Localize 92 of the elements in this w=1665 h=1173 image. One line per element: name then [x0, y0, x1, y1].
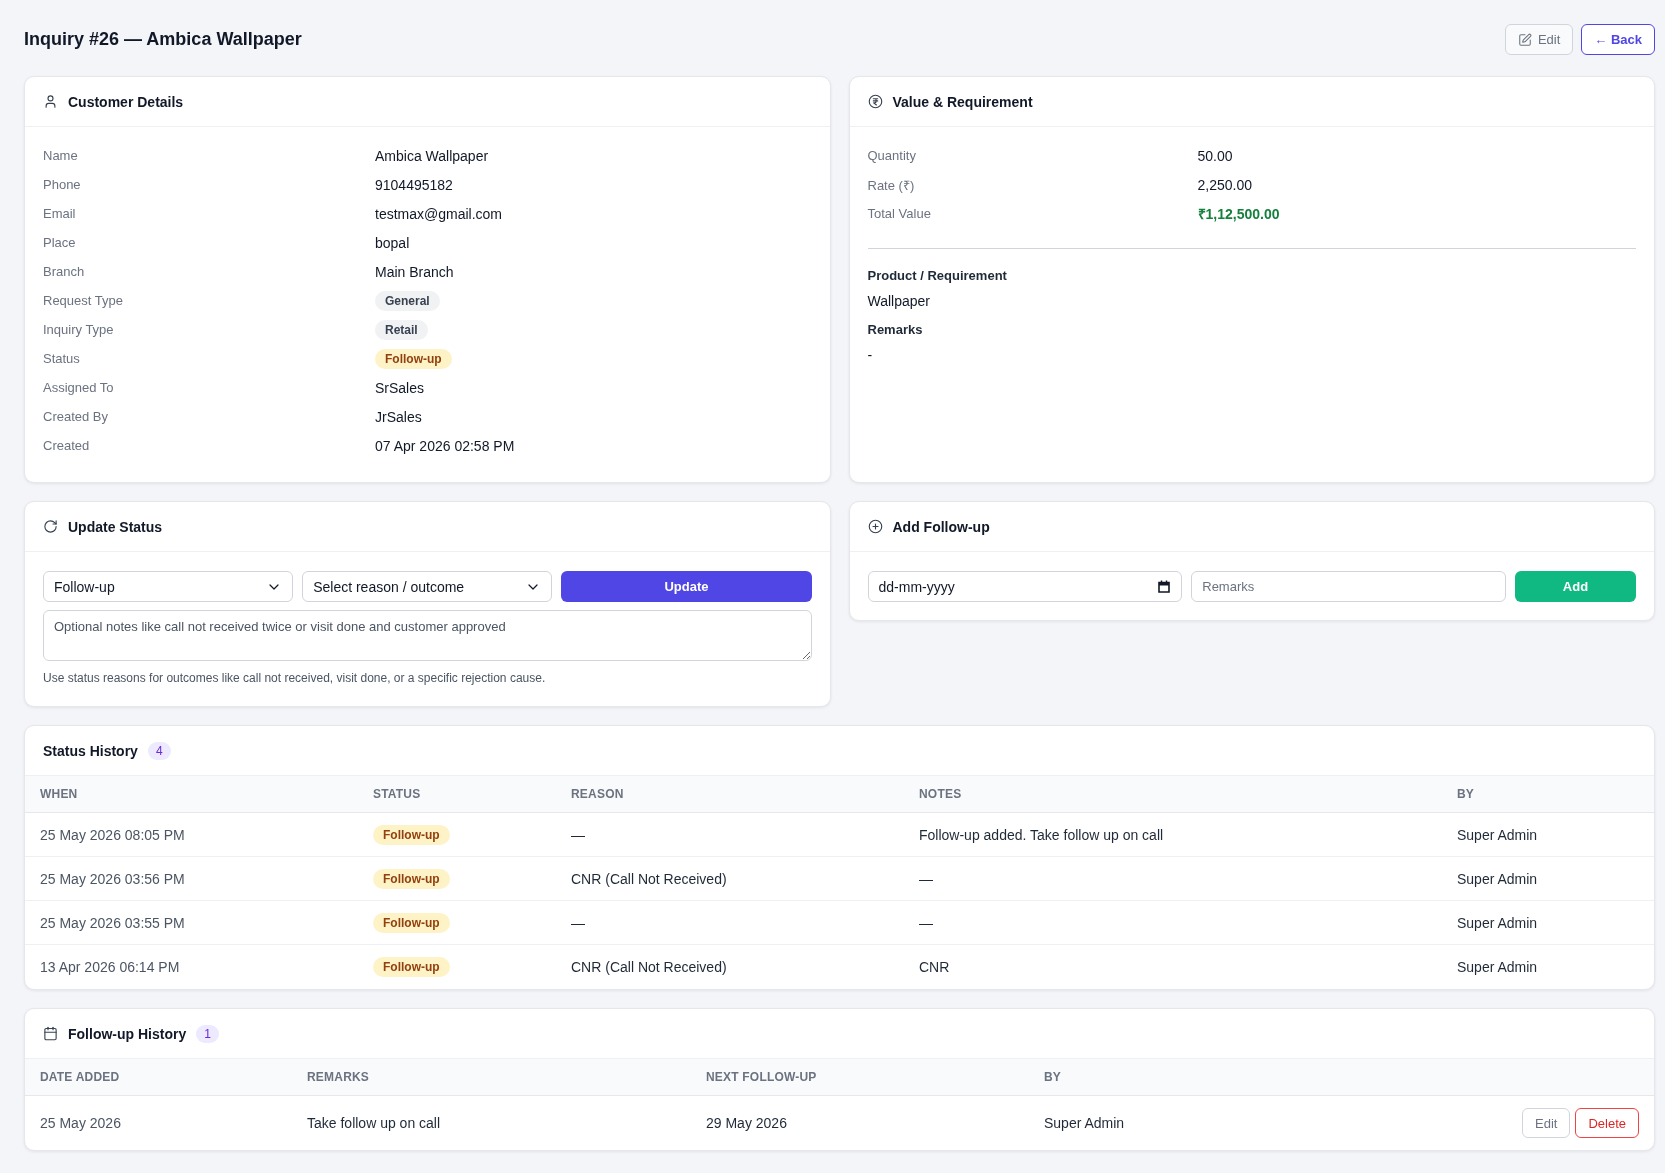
field-label: Quantity: [867, 148, 916, 163]
column-header: NOTES: [919, 787, 962, 801]
tag-badge: General: [375, 290, 440, 311]
table-cell: —: [571, 914, 585, 931]
field-label: Place: [43, 235, 76, 250]
status-select[interactable]: Follow-up: [43, 571, 294, 602]
edit-button[interactable]: Edit: [1522, 1108, 1571, 1138]
field-label: Assigned To: [43, 380, 114, 395]
field-value: 07 Apr 2026 02:58 PM: [375, 437, 515, 454]
table-cell: Super Admin: [1457, 914, 1538, 931]
hint-text: Use status reasons for outcomes like call not received, visit done, or a specific rejection cause.: [43, 670, 546, 687]
field-label: Name: [43, 148, 78, 163]
section-label: Product / Requirement: [867, 267, 1007, 285]
card-title: Value & Requirement: [892, 93, 1033, 110]
field-value: 50.00: [1197, 147, 1233, 164]
remarks-field[interactable]: Remarks: [1191, 571, 1506, 602]
field-label: Created By: [43, 409, 109, 424]
column-header: STATUS: [373, 787, 421, 801]
edit-button[interactable]: Edit: [1504, 24, 1574, 55]
field-label: Status: [43, 351, 80, 366]
column-header: BY: [1457, 787, 1475, 801]
field-value: 2,250.00: [1197, 176, 1252, 193]
column-header: WHEN: [40, 787, 78, 801]
table-cell: 25 May 2026 03:55 PM: [40, 914, 185, 931]
field-value: bopal: [375, 234, 410, 251]
table-cell: CNR (Call Not Received): [571, 870, 727, 887]
card-title: Customer Details: [68, 93, 184, 110]
pencil-icon: [1517, 32, 1532, 47]
table-cell: —: [571, 826, 585, 843]
card-title: Status History: [43, 742, 138, 759]
calendar-icon[interactable]: [1158, 580, 1171, 593]
column-header: REASON: [571, 787, 624, 801]
table-cell: Super Admin: [1457, 826, 1538, 843]
table-cell: 29 May 2026: [706, 1115, 787, 1131]
user-icon: [43, 94, 58, 109]
section-label: Remarks: [867, 321, 923, 339]
reason-select[interactable]: Select reason / outcome: [302, 571, 553, 602]
status-badge: Follow-up: [373, 824, 450, 845]
field-label: Inquiry Type: [43, 322, 114, 337]
count-badge: 1: [196, 1024, 219, 1043]
count-badge: 4: [147, 741, 171, 760]
field-value: 9104495182: [375, 176, 453, 193]
field-value: Main Branch: [375, 263, 454, 280]
tag-badge: Retail: [375, 319, 428, 340]
back-button[interactable]: ← Back: [1581, 24, 1655, 55]
column-header: BY: [1044, 1070, 1062, 1084]
section-value: Wallpaper: [867, 292, 930, 311]
field-value: JrSales: [375, 408, 422, 425]
refresh-icon: [43, 519, 58, 534]
table-cell: Super Admin: [1044, 1115, 1125, 1131]
field-label: Created: [43, 438, 90, 453]
column-header: REMARKS: [307, 1070, 370, 1084]
field-label: Request Type: [43, 293, 123, 308]
table-cell: Follow-up added. Take follow up on call: [919, 826, 1164, 843]
calendar-icon: [43, 1026, 58, 1041]
field-value: SrSales: [375, 379, 425, 396]
table-cell: —: [919, 914, 933, 931]
date-field[interactable]: dd-mm-yyyy: [867, 571, 1183, 602]
page-title: Inquiry #26 — Ambica Wallpaper: [24, 29, 302, 50]
card-title: Follow-up History: [68, 1025, 187, 1042]
table-cell: Super Admin: [1457, 870, 1538, 887]
table-cell: CNR: [919, 959, 950, 975]
field-value: Ambica Wallpaper: [375, 147, 489, 164]
table-cell: Super Admin: [1457, 959, 1538, 975]
column-header: DATE ADDED: [40, 1070, 120, 1084]
table-cell: 25 May 2026: [40, 1115, 121, 1131]
rupee-circle-icon: [867, 94, 883, 109]
column-header: NEXT FOLLOW-UP: [706, 1070, 817, 1084]
total-value: ₹1,12,500.00: [1197, 205, 1280, 223]
field-label: Phone: [43, 177, 81, 192]
field-label: Total Value: [867, 206, 931, 221]
field-label: Branch: [43, 264, 85, 279]
table-cell: 25 May 2026 08:05 PM: [40, 826, 185, 843]
table-cell: 13 Apr 2026 06:14 PM: [40, 959, 180, 975]
table-cell: CNR (Call Not Received): [571, 959, 727, 975]
table-cell: Take follow up on call: [307, 1115, 441, 1131]
delete-button[interactable]: Delete: [1575, 1108, 1639, 1138]
status-badge: Follow-up: [373, 957, 450, 977]
plus-circle-icon: [867, 519, 883, 534]
status-badge: Follow-up: [375, 348, 452, 369]
table-cell: 25 May 2026 03:56 PM: [40, 870, 185, 887]
status-badge: Follow-up: [373, 868, 450, 889]
update-button[interactable]: Update: [561, 571, 812, 602]
section-value: -: [867, 346, 873, 365]
field-value: testmax@gmail.com: [375, 205, 503, 222]
notes-field[interactable]: Optional notes like call not received twice or visit done and customer approved: [43, 610, 812, 661]
card-title: Update Status: [68, 518, 163, 535]
table-cell: —: [919, 870, 933, 887]
field-label: Rate (₹): [867, 176, 915, 194]
field-label: Email: [43, 206, 76, 221]
status-badge: Follow-up: [373, 912, 450, 933]
card-title: Add Follow-up: [892, 518, 990, 535]
